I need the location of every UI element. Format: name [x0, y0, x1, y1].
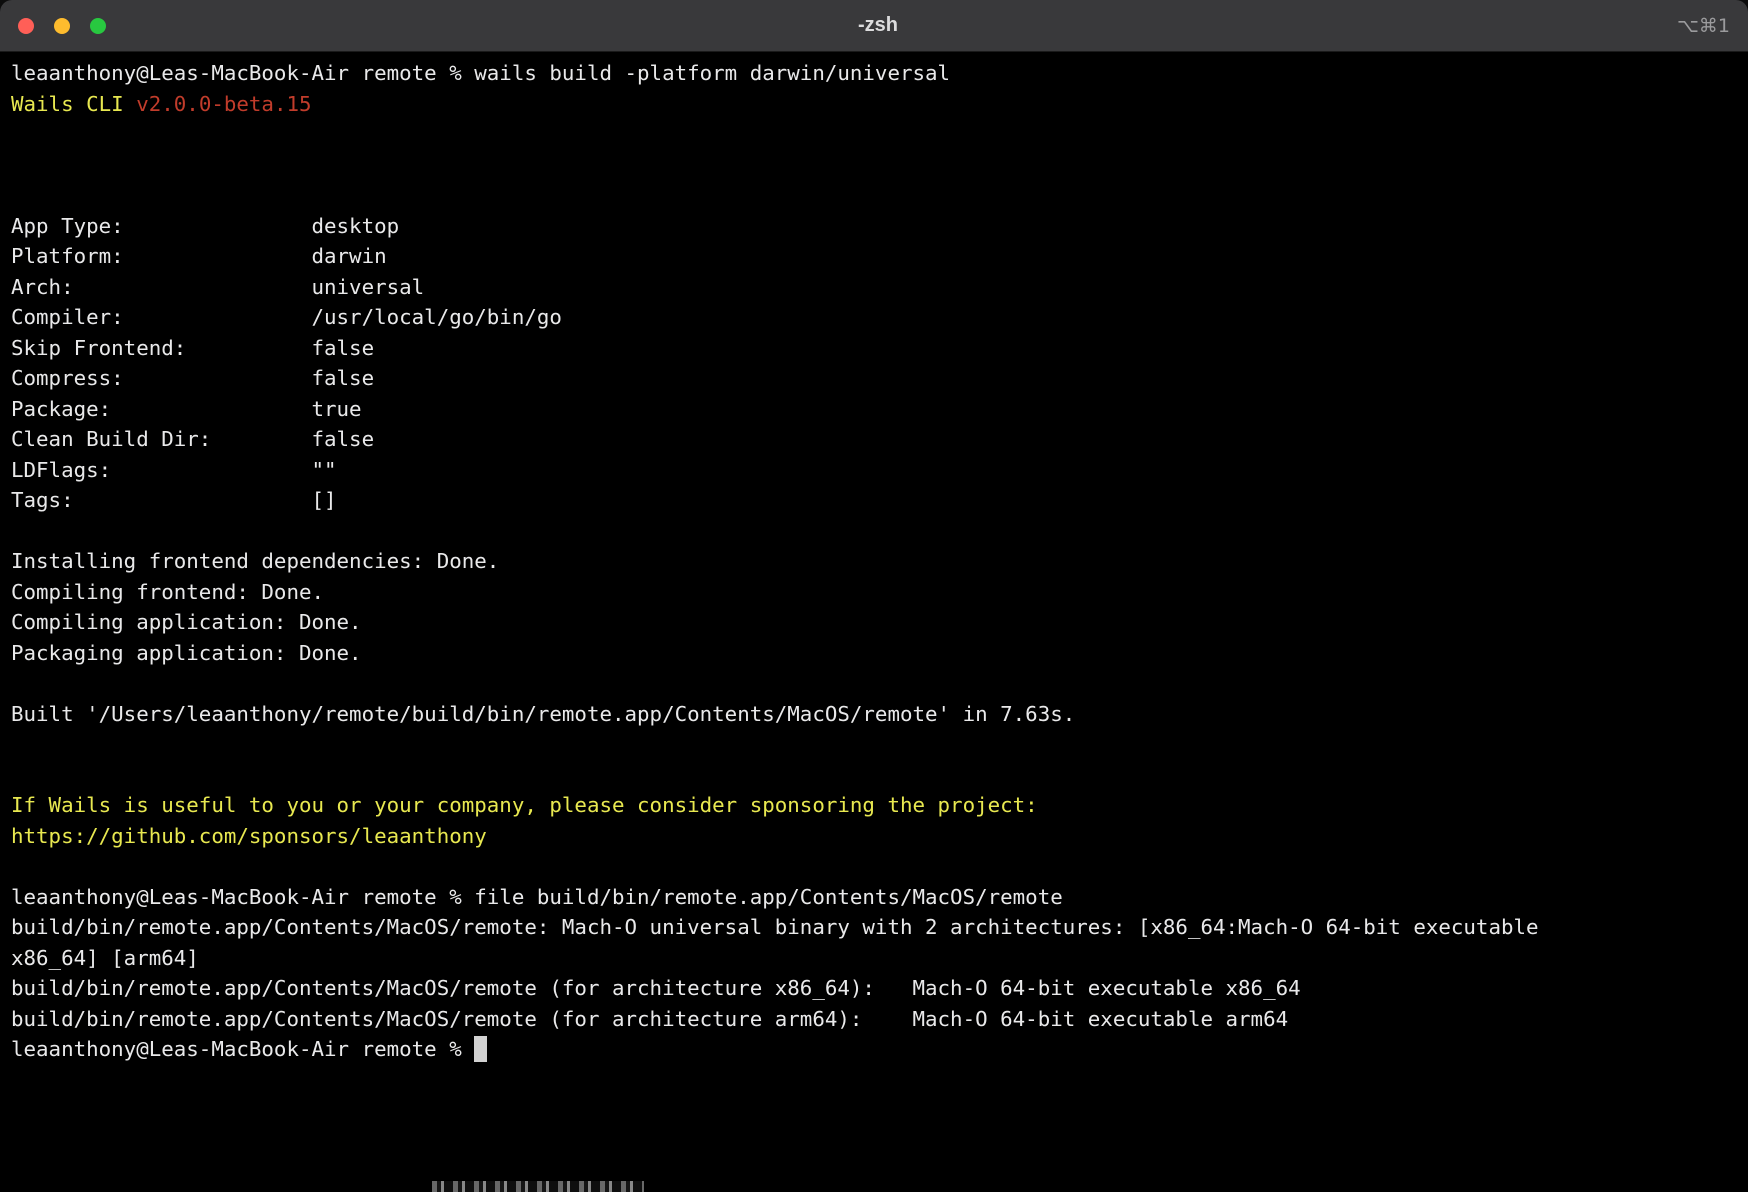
text-segment: darwin	[311, 244, 386, 268]
text-segment: desktop	[311, 214, 399, 238]
text-segment: LDFlags:	[11, 455, 311, 486]
text-segment: []	[311, 488, 336, 512]
config-arch: Arch:universal	[11, 272, 1748, 303]
text-segment: Clean Build Dir:	[11, 424, 311, 455]
close-button[interactable]	[18, 18, 34, 34]
text-segment: /usr/local/go/bin/go	[311, 305, 561, 329]
sponsor-message: If Wails is useful to you or your compan…	[11, 790, 1748, 821]
step-compiling-frontend: Compiling frontend: Done.	[11, 577, 1748, 608]
prompt-command-file: leaanthony@Leas-MacBook-Air remote % fil…	[11, 882, 1748, 913]
text-segment: Arch:	[11, 272, 311, 303]
terminal-output[interactable]: leaanthony@Leas-MacBook-Air remote % wai…	[0, 52, 1748, 1192]
text-segment: Installing frontend dependencies: Done.	[11, 549, 499, 573]
terminal-cursor	[474, 1036, 487, 1062]
text-segment: leaanthony@Leas-MacBook-Air remote % fil…	[11, 885, 1063, 909]
config-compress: Compress:false	[11, 363, 1748, 394]
window-title: -zsh	[106, 14, 1650, 37]
window-titlebar[interactable]: -zsh ⌥⌘1	[0, 0, 1748, 52]
sponsor-link-line: https://github.com/sponsors/leaanthony	[11, 821, 1748, 852]
config-clean-build-dir: Clean Build Dir:false	[11, 424, 1748, 455]
config-tags: Tags:[]	[11, 485, 1748, 516]
terminal-line	[11, 851, 1748, 882]
text-segment: Compress:	[11, 363, 311, 394]
sponsor-link[interactable]: https://github.com/sponsors/leaanthony	[11, 824, 487, 848]
file-output-x86: build/bin/remote.app/Contents/MacOS/remo…	[11, 973, 1748, 1004]
text-segment: build/bin/remote.app/Contents/MacOS/remo…	[11, 915, 1539, 939]
config-ldflags: LDFlags:""	[11, 455, 1748, 486]
window-shortcut-hint: ⌥⌘1	[1650, 15, 1730, 37]
wails-version-line: Wails CLI v2.0.0-beta.15	[11, 89, 1748, 120]
text-segment: If Wails is useful to you or your compan…	[11, 793, 1038, 817]
terminal-line	[11, 119, 1748, 150]
text-segment: Packaging application: Done.	[11, 641, 362, 665]
text-segment: universal	[311, 275, 424, 299]
text-segment: build/bin/remote.app/Contents/MacOS/remo…	[11, 1004, 912, 1035]
text-segment: ""	[311, 458, 336, 482]
terminal-line	[11, 516, 1748, 547]
text-segment: Tags:	[11, 485, 311, 516]
terminal-window: -zsh ⌥⌘1 leaanthony@Leas-MacBook-Air rem…	[0, 0, 1748, 1192]
prompt-command-build: leaanthony@Leas-MacBook-Air remote % wai…	[11, 58, 1748, 89]
text-segment: Compiler:	[11, 302, 311, 333]
text-segment: false	[311, 366, 374, 390]
config-platform: Platform:darwin	[11, 241, 1748, 272]
step-compiling-application: Compiling application: Done.	[11, 607, 1748, 638]
terminal-line	[11, 150, 1748, 181]
step-installing-frontend: Installing frontend dependencies: Done.	[11, 546, 1748, 577]
terminal-line	[11, 729, 1748, 760]
text-segment: leaanthony@Leas-MacBook-Air remote %	[11, 1037, 474, 1061]
config-compiler: Compiler:/usr/local/go/bin/go	[11, 302, 1748, 333]
traffic-lights	[18, 18, 106, 34]
text-segment: Mach-O 64-bit executable arm64	[912, 1007, 1288, 1031]
text-segment: build/bin/remote.app/Contents/MacOS/remo…	[11, 973, 912, 1004]
terminal-line	[11, 180, 1748, 211]
text-segment: leaanthony@Leas-MacBook-Air remote % wai…	[11, 61, 950, 85]
text-segment: Platform:	[11, 241, 311, 272]
clipped-background-content	[432, 1181, 644, 1192]
text-segment: Compiling application: Done.	[11, 610, 362, 634]
text-segment: false	[311, 427, 374, 451]
text-segment: App Type:	[11, 211, 311, 242]
text-segment: true	[311, 397, 361, 421]
terminal-line	[11, 668, 1748, 699]
text-segment: Compiling frontend: Done.	[11, 580, 324, 604]
text-segment: Mach-O 64-bit executable x86_64	[912, 976, 1300, 1000]
text-segment: x86_64] [arm64]	[11, 946, 199, 970]
prompt-current: leaanthony@Leas-MacBook-Air remote %	[11, 1034, 1748, 1065]
text-segment: false	[311, 336, 374, 360]
minimize-button[interactable]	[54, 18, 70, 34]
config-skip-frontend: Skip Frontend:false	[11, 333, 1748, 364]
file-output-arm64: build/bin/remote.app/Contents/MacOS/remo…	[11, 1004, 1748, 1035]
file-output-universal-wrap: x86_64] [arm64]	[11, 943, 1748, 974]
text-segment: Package:	[11, 394, 311, 425]
text-segment: v2.0.0-beta.15	[136, 92, 311, 116]
text-segment: Wails CLI	[11, 92, 136, 116]
build-result: Built '/Users/leaanthony/remote/build/bi…	[11, 699, 1748, 730]
step-packaging-application: Packaging application: Done.	[11, 638, 1748, 669]
file-output-universal: build/bin/remote.app/Contents/MacOS/remo…	[11, 912, 1748, 943]
config-app-type: App Type:desktop	[11, 211, 1748, 242]
text-segment: Built '/Users/leaanthony/remote/build/bi…	[11, 702, 1075, 726]
config-package: Package:true	[11, 394, 1748, 425]
text-segment: Skip Frontend:	[11, 333, 311, 364]
terminal-line	[11, 760, 1748, 791]
zoom-button[interactable]	[90, 18, 106, 34]
